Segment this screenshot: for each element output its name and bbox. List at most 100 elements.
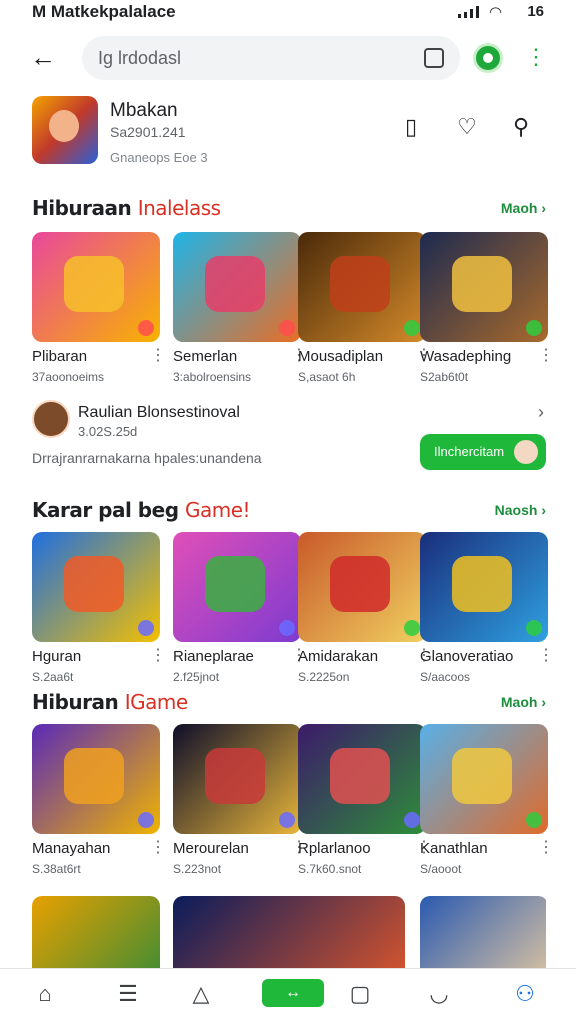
account-icon[interactable]: ⚇ [510,979,540,1009]
game-card[interactable]: Semerlan 3:abolroensins ⋮ [173,232,307,384]
game-title: Rplarlanoo [298,840,371,857]
game-size: S,asaot 6h [298,370,356,384]
battery-text: 16 [527,3,544,20]
shield-icon[interactable]: ◡ [424,979,454,1009]
list-icon[interactable]: ☰ [113,979,143,1009]
section-more-link[interactable]: Maoh › [501,694,546,710]
featured-desc: Drrajranrarnakarna hpales:unandena [32,450,262,466]
more-icon[interactable]: ⋮ [538,648,554,664]
section-header: Hiburaan Inalelass Maoh › [32,196,546,220]
game-card[interactable]: Kanathlan S/aooot ⋮ [420,724,554,876]
avatar [514,440,538,464]
game-thumbnail [173,532,301,642]
signal-icon [458,6,484,18]
profile-icon[interactable] [473,43,503,73]
game-size: S.7k60.snot [298,862,362,876]
game-thumbnail [173,724,301,834]
game-card[interactable]: Wasadephing S2ab6t0t ⋮ [420,232,554,384]
game-size: S.223not [173,862,222,876]
games-tab[interactable]: ↔ [262,979,324,1007]
game-title: Wasadephing [420,348,512,365]
game-card[interactable] [420,896,546,968]
game-card[interactable]: Manayahan S.38at6rt ⋮ [32,724,166,876]
featured-action-button[interactable]: Ilnchercitam [420,434,546,470]
game-title: Manayahan [32,840,111,857]
back-arrow-icon[interactable]: ← [30,42,62,74]
section-header: Hiburan IGame Maoh › [32,690,546,714]
game-title: Merourelan [173,840,249,857]
game-thumbnail [32,724,160,834]
featured-stat: 3.02S.25d [78,424,138,439]
section-title: Hiburan IGame [32,690,188,714]
game-thumbnail [420,232,548,342]
game-thumbnail [420,532,548,642]
game-thumbnail [420,724,548,834]
section-more-link[interactable]: Naosh › [495,502,546,518]
section-title: Karar pal beg Game! [32,498,251,522]
more-icon[interactable]: ⋮ [150,840,166,856]
more-icon[interactable]: ⋮ [538,348,554,364]
game-title: Rianeplarae [173,648,254,665]
status-bar: M Matkekpalalace ◠ 16 [0,0,576,24]
game-card[interactable]: Hguran S.2aa6t ⋮ [32,532,166,684]
top-bar: ← Ig lrdodasl ⋮ [0,36,576,82]
game-title: Amidarakan [298,648,379,665]
alert-icon[interactable]: △ [186,979,216,1009]
game-thumbnail [173,896,405,968]
app-icon[interactable] [32,96,98,164]
more-menu-icon[interactable]: ⋮ [525,44,547,74]
more-icon[interactable]: ⋮ [150,348,166,364]
app-name: Mbakan [110,100,178,121]
game-size: 2.f25jnot [173,670,220,684]
game-card[interactable]: Rianeplarae 2.f25jnot ⋮ [173,532,307,684]
game-size: S/aooot [420,862,462,876]
game-thumbnail [298,232,426,342]
bottom-nav: ⌂ ☰ △ ↔ ▢ ◡ ⚇ [0,968,576,1024]
game-card[interactable]: Amidarakan S.2225on ⋮ [298,532,432,684]
game-card[interactable]: Merourelan S.223not ⋮ [173,724,307,876]
game-thumbnail [420,896,546,968]
game-card[interactable] [32,896,160,968]
game-title: Kanathlan [420,840,488,857]
card-row [32,896,546,968]
card-row: Manayahan S.38at6rt ⋮ Merourelan S.223not ⋮ … [32,724,554,884]
game-card[interactable]: Glanoveratiao S/aacoos ⋮ [420,532,554,684]
tablet-icon[interactable] [424,48,444,68]
device-icon[interactable]: ▯ [396,112,426,142]
game-title: Semerlan [173,348,238,365]
featured-item[interactable]: Raulian Blonsestinoval 3.02S.25d › Drraj… [32,398,546,478]
search-text: Ig lrdodasl [98,47,182,68]
game-thumbnail [298,724,426,834]
game-size: S/aacoos [420,670,471,684]
game-thumbnail [32,896,160,968]
status-title: M Matkekpalalace [32,2,176,21]
game-card[interactable]: Rplarlanoo S.7k60.snot ⋮ [298,724,432,876]
game-thumbnail [298,532,426,642]
app-meta: Gnaneops Eoe 3 [110,150,208,165]
card-row: Plibaran 37aoonoeims ⋮ Semerlan 3:abolroens… [32,232,554,392]
featured-name: Raulian Blonsestinoval [78,404,240,421]
app-header: Mbakan Sa2901.241 Gnaneops Eoe 3 ▯ ♡ ⚲ [32,96,544,172]
game-thumbnail [32,532,160,642]
game-size: 37aoonoeims [32,370,105,384]
avatar [32,400,70,438]
notification-icon[interactable]: ♡ [452,112,482,142]
game-card[interactable]: Mousadiplan S,asaot 6h ⋮ [298,232,432,384]
game-title: Plibaran [32,348,88,365]
section-more-link[interactable]: Maoh › [501,200,546,216]
game-title: Glanoveratiao [420,648,514,665]
game-title: Hguran [32,648,82,665]
game-size: S.2aa6t [32,670,74,684]
bookmark-icon[interactable]: ▢ [345,979,375,1009]
search-input[interactable]: Ig lrdodasl [82,36,460,80]
more-icon[interactable]: ⋮ [150,648,166,664]
search-icon[interactable]: ⚲ [506,112,536,142]
chevron-right-icon[interactable]: › [538,402,544,423]
game-card[interactable]: Plibaran 37aoonoeims ⋮ [32,232,166,384]
more-icon[interactable]: ⋮ [538,840,554,856]
app-sub: Sa2901.241 [110,124,186,140]
home-icon[interactable]: ⌂ [30,979,60,1009]
section-header: Karar pal beg Game! Naosh › [32,498,546,522]
game-card[interactable] [173,896,405,968]
card-row: Hguran S.2aa6t ⋮ Rianeplarae 2.f25jnot ⋮ Ami… [32,532,554,692]
